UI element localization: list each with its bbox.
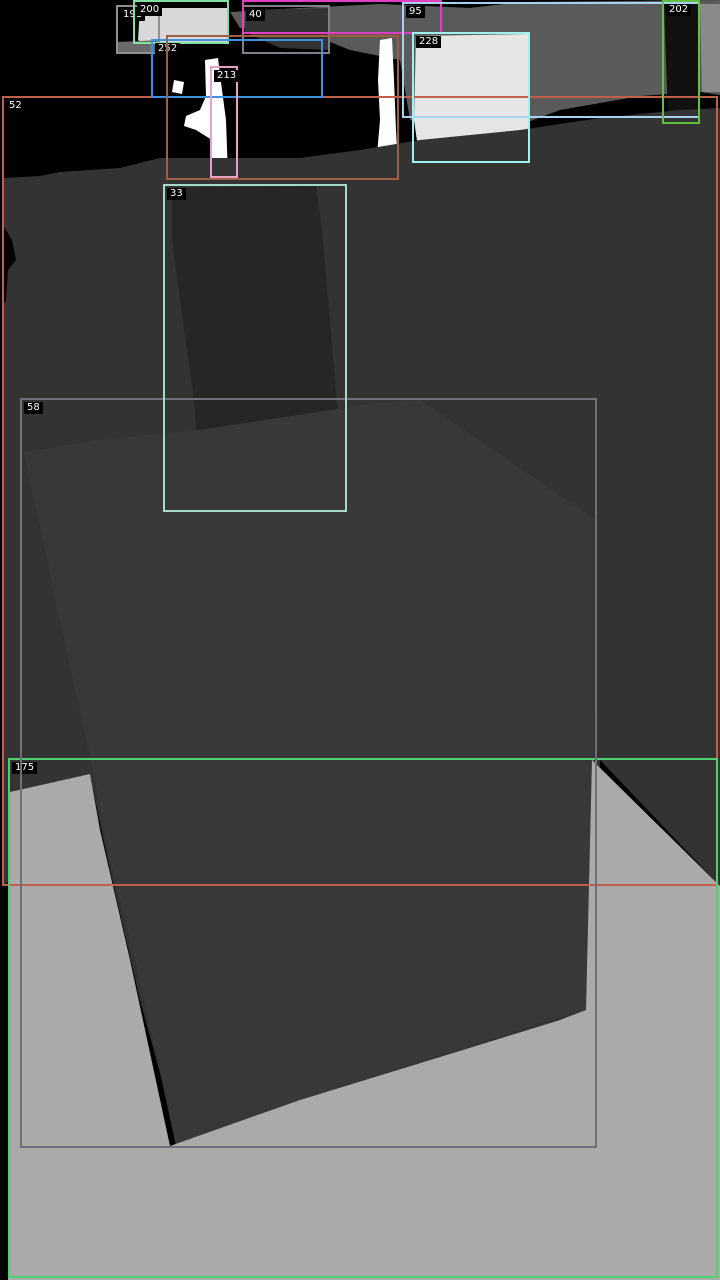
region-label-95: 95 — [406, 6, 425, 18]
region-label-33: 33 — [167, 188, 186, 200]
region-label-202: 202 — [666, 4, 692, 16]
region-box-228: 228 — [412, 32, 530, 163]
region-label-58: 58 — [24, 402, 43, 414]
region-box-33: 33 — [163, 184, 347, 512]
region-label-228: 228 — [416, 36, 442, 48]
region-label-200: 200 — [137, 4, 163, 16]
region-label-52: 52 — [6, 100, 25, 112]
region-box-202: 202 — [662, 0, 700, 124]
region-box-brown-frame — [166, 35, 399, 180]
right-light-strip — [700, 4, 720, 92]
